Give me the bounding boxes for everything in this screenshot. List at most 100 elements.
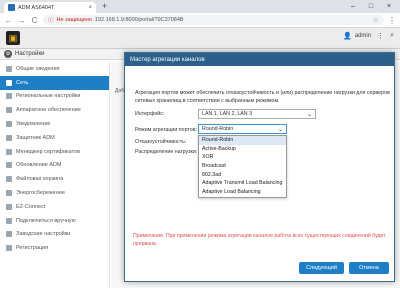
sidebar-item-label: Уведомление [16,121,51,128]
mode-label: Режим агрегации портов: [135,127,197,133]
next-button[interactable]: Следующий [299,262,344,274]
user-menu[interactable]: 👤 admin [343,32,371,40]
registration-icon [6,245,12,252]
interface-row: Интерфейс: [135,111,205,117]
not-secure-icon: ⓘ [48,18,54,24]
chevron-down-icon: ⌄ [306,111,312,118]
fault-tolerance-label: Отказоустойчивость: [135,139,187,145]
update-icon [6,162,12,169]
header-icons: 👤 admin ⋮ ⌕ [343,32,394,40]
sidebar-item-label: Менеджер сертификатов [16,148,81,155]
sidebar-item-ezconnect[interactable]: EZ-Connect [0,200,109,214]
globe-icon [6,93,12,100]
tab-title: ADM AS6404T [18,4,55,11]
interface-value: LAN 1, LAN 2, LAN 3 [202,111,253,117]
browser-menu-icon[interactable]: ⋮ [388,16,396,25]
interface-label: Интерфейс: [135,111,165,117]
url-field[interactable]: ⓘ Не защищено 192.168.1.9:8000/portal/?9… [43,15,384,25]
security-label: Не защищено [56,17,92,23]
factory-icon [6,231,12,238]
modal-header: Мастер агрегации каналов [125,53,394,66]
gear-icon: ⚙ [4,50,12,58]
mode-select[interactable]: Round-Robin ⌄ [198,124,287,134]
sidebar-item-label: Энергосбережение [16,190,65,197]
dropdown-option[interactable]: Adaptive Transmit Load Balancing [199,179,286,188]
dropdown-option[interactable]: Active-Backup [199,145,286,154]
sidebar-item-regional[interactable]: Региональные настройки [0,90,109,104]
cancel-button[interactable]: Отмена [349,262,389,274]
load-balancing-row: Распределение нагрузки: [135,149,205,155]
dropdown-option[interactable]: Adaptive Load Balancing [199,188,286,197]
certificate-icon [6,148,12,155]
sidebar-item-label: Заводские настройки [16,231,71,238]
url-text: 192.168.1.9:8000/portal/?9C37084B [94,17,184,23]
sidebar-item-manual-connect[interactable]: Подключиться вручную [0,214,109,228]
minimize-button[interactable]: – [344,0,362,13]
window-controls: – □ × [344,0,398,13]
dropdown-option[interactable]: Broadcast [199,162,286,171]
sidebar-item-factory[interactable]: Заводские настройки [0,228,109,242]
ez-connect-icon [6,203,12,210]
power-icon [6,190,12,197]
forward-button[interactable]: → [17,16,26,25]
maximize-button[interactable]: □ [362,0,380,13]
tab-close-icon[interactable]: × [88,5,92,11]
bell-icon [6,121,12,128]
tab-favicon-icon [8,4,15,11]
network-icon [6,79,12,86]
sidebar-item-notification[interactable]: Уведомление [0,117,109,131]
user-icon: 👤 [343,33,352,40]
hardware-icon [6,107,12,114]
load-balancing-label: Распределение нагрузки: [135,149,198,155]
browser-titlebar: ADM AS6404T × + – □ × [0,0,400,13]
dropdown-option[interactable]: Round-Robin [199,136,286,145]
sidebar-item-hardware[interactable]: Аппаратное обеспечение [0,103,109,117]
back-button[interactable]: ← [4,16,13,25]
plug-icon [6,217,12,224]
mode-value: Round-Robin [202,126,234,132]
mode-row: Режим агрегации портов: [135,127,205,133]
dropdown-option[interactable]: XOR [199,153,286,162]
sidebar-item-network[interactable]: Сеть [0,75,109,90]
sidebar-item-label: EZ-Connect [16,203,46,210]
home-icon[interactable]: ▣ [6,31,20,45]
sidebar-item-label: Аппаратное обеспечение [16,107,81,114]
sidebar-item-certificates[interactable]: Менеджер сертификатов [0,145,109,159]
sidebar-item-label: Обновление ADM [16,162,62,169]
dropdown-option[interactable]: 802.3ad [199,171,286,180]
browser-tab[interactable]: ADM AS6404T × [4,2,96,13]
sidebar-item-general[interactable]: Общие сведения [0,62,109,76]
sidebar-item-label: Файловая корзина [16,176,64,183]
trash-icon [6,176,12,183]
reload-button[interactable]: C [30,16,39,25]
bookmark-star-icon[interactable]: ☆ [373,16,379,24]
settings-title: Настройки [15,51,45,57]
sidebar-item-label: Защитник ADM [16,134,55,141]
mode-dropdown-list: Round-Robin Active-Backup XOR Broadcast … [198,135,287,198]
shield-icon [6,134,12,141]
user-name: admin [354,33,372,39]
sidebar-item-label: Сеть [16,79,29,86]
chevron-down-icon: ⌄ [277,126,283,133]
close-window-button[interactable]: × [380,0,398,13]
modal-description: Агрегация портов может обеспечить отказо… [135,90,390,104]
new-tab-button[interactable]: + [100,2,109,11]
sidebar-item-update[interactable]: Обновление ADM [0,159,109,173]
search-icon[interactable]: ⌕ [390,32,394,40]
more-icon[interactable]: ⋮ [377,32,384,40]
sidebar-item-label: Подключиться вручную [16,217,76,224]
modal-title: Мастер агрегации каналов [130,56,205,63]
sidebar-item-power[interactable]: Энергосбережение [0,186,109,200]
sidebar-item-label: Регистрация [16,245,49,252]
interface-select[interactable]: LAN 1, LAN 2, LAN 3 ⌄ [198,109,316,119]
sidebar-item-label: Общие сведения [16,65,60,72]
warning-note: Примечание. При применении режима агрега… [133,233,386,247]
info-icon [6,65,12,72]
sidebar-item-registration[interactable]: Регистрация [0,241,109,255]
sidebar-item-recycle[interactable]: Файловая корзина [0,172,109,186]
app-header: ▣ 👤 admin ⋮ ⌕ [0,28,400,49]
link-aggregation-wizard: Мастер агрегации каналов Агрегация порто… [124,52,395,282]
sidebar-item-defender[interactable]: Защитник ADM [0,131,109,145]
address-bar-row: ← → C ⓘ Не защищено 192.168.1.9:8000/por… [0,13,400,28]
sidebar-item-label: Региональные настройки [16,93,81,100]
